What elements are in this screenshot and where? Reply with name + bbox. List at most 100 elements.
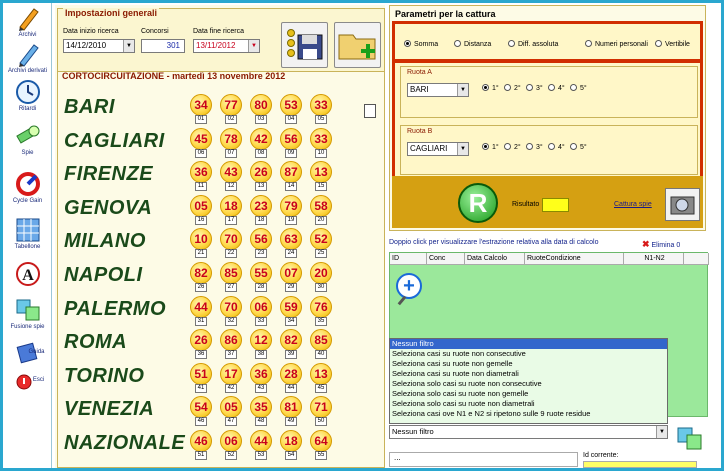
position-radio[interactable]: 4°: [548, 84, 565, 92]
mode-radio[interactable]: Numeri personali: [585, 40, 648, 48]
number-ball[interactable]: 23 18: [250, 194, 272, 225]
number-ball[interactable]: 06 52: [220, 430, 242, 460]
number-ball[interactable]: 45 06: [190, 127, 212, 158]
filter-option[interactable]: Seleziona casi su ruote non diametrali: [390, 369, 667, 379]
refresh-button[interactable]: [676, 426, 704, 452]
number-ball[interactable]: 70 22: [220, 228, 242, 259]
camera-button[interactable]: [665, 188, 700, 221]
number-ball[interactable]: 33 05: [310, 94, 332, 124]
number-ball[interactable]: 43 12: [220, 161, 242, 192]
number-ball[interactable]: 87 14: [280, 161, 302, 192]
number-ball[interactable]: 44 31: [190, 295, 212, 326]
chevron-down-icon[interactable]: ▼: [457, 143, 468, 155]
number-ball[interactable]: 05 47: [220, 396, 242, 427]
position-radio[interactable]: 3°: [526, 84, 543, 92]
grid-column-header[interactable]: Conc: [427, 253, 465, 265]
filter-select[interactable]: Nessun filtro ▼: [389, 425, 668, 439]
open-folder-button[interactable]: [334, 22, 381, 68]
number-ball[interactable]: 10 21: [190, 228, 212, 259]
mode-radio[interactable]: Somma: [404, 40, 438, 48]
sidebar-item-archivi-derivati[interactable]: Archivi derivati: [3, 41, 52, 75]
number-ball[interactable]: 35 48: [250, 396, 272, 427]
sidebar-item-esci[interactable]: Esci: [3, 369, 52, 390]
end-date-field[interactable]: 13/11/2012 ▼: [193, 39, 260, 53]
grid-column-header[interactable]: [684, 253, 709, 265]
number-ball[interactable]: 77 02: [220, 94, 242, 124]
position-radio[interactable]: 3°: [526, 143, 543, 151]
position-radio[interactable]: 5°: [570, 143, 587, 151]
grid-column-header[interactable]: RuoteCondizione: [525, 253, 624, 265]
delete-button[interactable]: ✖ Elimina 0: [642, 239, 680, 250]
sidebar-item-font[interactable]: A: [3, 261, 52, 287]
number-ball[interactable]: 18 54: [280, 430, 302, 460]
number-ball[interactable]: 71 50: [310, 396, 332, 427]
number-ball[interactable]: 36 43: [250, 362, 272, 393]
sidebar-item-fusione-spie[interactable]: Fusione spie: [3, 297, 52, 331]
mode-radio[interactable]: Vertibile: [655, 40, 690, 48]
number-ball[interactable]: 81 49: [280, 396, 302, 427]
number-ball[interactable]: 06 33: [250, 295, 272, 326]
sidebar-item-ritardi[interactable]: Ritardi: [3, 79, 52, 113]
number-ball[interactable]: 54 46: [190, 396, 212, 427]
number-ball[interactable]: 26 36: [190, 329, 212, 360]
filter-option[interactable]: Seleziona casi su ruote non gemelle: [390, 359, 667, 369]
number-ball[interactable]: 26 13: [250, 161, 272, 192]
number-ball[interactable]: 85 40: [310, 329, 332, 360]
position-radio[interactable]: 1°: [482, 84, 499, 92]
start-date-field[interactable]: 14/12/2010 ▼: [63, 39, 135, 53]
report-icon[interactable]: [364, 104, 376, 118]
number-ball[interactable]: 36 11: [190, 161, 212, 192]
number-ball[interactable]: 13 45: [310, 362, 332, 393]
filter-option[interactable]: Nessun filtro: [390, 339, 667, 349]
filter-option[interactable]: Seleziona casi su ruote non consecutive: [390, 349, 667, 359]
zoom-in-icon[interactable]: +: [396, 273, 422, 299]
number-ball[interactable]: 85 27: [220, 262, 242, 292]
chevron-down-icon[interactable]: ▼: [457, 84, 468, 96]
number-ball[interactable]: 86 37: [220, 329, 242, 360]
number-ball[interactable]: 82 39: [280, 329, 302, 360]
number-ball[interactable]: 12 38: [250, 329, 272, 360]
filter-option[interactable]: Seleziona solo casi su ruote non diametr…: [390, 399, 667, 409]
number-ball[interactable]: 52 25: [310, 228, 332, 259]
number-ball[interactable]: 78 07: [220, 127, 242, 158]
number-ball[interactable]: 18 17: [220, 194, 242, 225]
number-ball[interactable]: 07 29: [280, 262, 302, 292]
number-ball[interactable]: 64 55: [310, 430, 332, 460]
grid-column-header[interactable]: N1-N2: [624, 253, 684, 265]
number-ball[interactable]: 05 16: [190, 194, 212, 225]
grid-column-header[interactable]: Data Calcolo: [465, 253, 525, 265]
sidebar-item-tabellone[interactable]: Tabellone: [3, 217, 52, 251]
filter-option[interactable]: Seleziona solo casi su ruote non consecu…: [390, 379, 667, 389]
number-ball[interactable]: 17 42: [220, 362, 242, 393]
number-ball[interactable]: 56 23: [250, 228, 272, 259]
number-ball[interactable]: 44 53: [250, 430, 272, 460]
mode-radio[interactable]: Distanza: [454, 40, 491, 48]
run-button[interactable]: R: [458, 183, 498, 223]
ruota-a-select[interactable]: BARI ▼: [407, 83, 469, 97]
sidebar-item-spie[interactable]: Spie: [3, 123, 52, 157]
number-ball[interactable]: 46 51: [190, 430, 212, 460]
position-radio[interactable]: 2°: [504, 84, 521, 92]
chevron-down-icon[interactable]: ▼: [248, 40, 259, 52]
capture-link[interactable]: Cattura spie: [614, 201, 652, 208]
chevron-down-icon[interactable]: ▼: [656, 426, 667, 438]
number-ball[interactable]: 34 01: [190, 94, 212, 124]
number-ball[interactable]: 20 30: [310, 262, 332, 292]
number-ball[interactable]: 42 08: [250, 127, 272, 158]
number-ball[interactable]: 53 04: [280, 94, 302, 124]
grid-column-header[interactable]: ID: [390, 253, 427, 265]
number-ball[interactable]: 79 19: [280, 194, 302, 225]
filter-option[interactable]: Seleziona casi ove N1 e N2 si ripetono s…: [390, 409, 667, 419]
position-radio[interactable]: 2°: [504, 143, 521, 151]
number-ball[interactable]: 76 35: [310, 295, 332, 326]
number-ball[interactable]: 13 15: [310, 161, 332, 192]
number-ball[interactable]: 55 28: [250, 262, 272, 292]
number-ball[interactable]: 80 03: [250, 94, 272, 124]
chevron-down-icon[interactable]: ▼: [123, 40, 134, 52]
number-ball[interactable]: 58 20: [310, 194, 332, 225]
filter-option[interactable]: Seleziona solo casi su ruote non gemelle: [390, 389, 667, 399]
position-radio[interactable]: 4°: [548, 143, 565, 151]
mode-radio[interactable]: Diff. assoluta: [508, 40, 558, 48]
concorsi-field[interactable]: 301: [141, 39, 185, 53]
sidebar-item-guida[interactable]: Guida: [3, 340, 52, 364]
